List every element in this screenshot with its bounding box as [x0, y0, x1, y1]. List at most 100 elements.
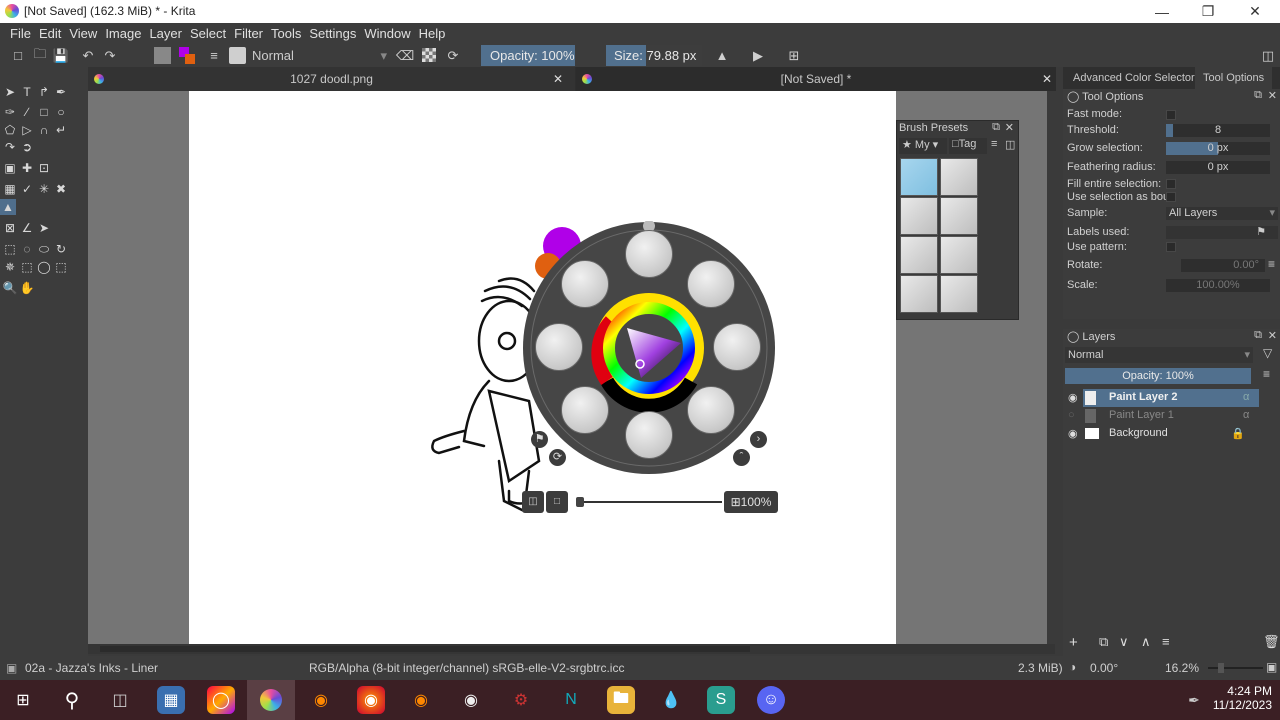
rotate-menu-icon[interactable]: ≡	[1268, 257, 1275, 271]
layer-lock-icon[interactable]: 🔒	[1231, 427, 1245, 440]
popup-mirror-icon[interactable]: ◫	[522, 491, 544, 513]
tab-advanced-color-selector[interactable]: Advanced Color Selector	[1065, 67, 1203, 89]
size-slider[interactable]: Size: 79.88 px	[606, 45, 702, 66]
layer-blend-mode-select[interactable]: Normal ▾	[1065, 347, 1253, 363]
popup-zoom-label[interactable]: ⊞100%	[724, 491, 778, 513]
freehand-path-tool-icon[interactable]: ↵	[53, 122, 69, 138]
preset-filter-select[interactable]: ★ My ▾	[899, 138, 947, 154]
menu-window[interactable]: Window	[360, 26, 414, 41]
popup-brush-slot[interactable]	[625, 230, 673, 278]
tab-doodl[interactable]: 1027 doodl.png ✕	[88, 67, 575, 91]
menu-tools[interactable]: Tools	[267, 26, 305, 41]
float-docker-icon[interactable]: ⧉	[1254, 329, 1262, 342]
contiguous-select-tool-icon[interactable]: ✵	[2, 259, 18, 275]
bezier-select-tool-icon[interactable]: ◯	[36, 259, 52, 275]
brush-preset-item[interactable]	[900, 275, 938, 313]
menu-file[interactable]: File	[6, 26, 35, 41]
move-tool-icon[interactable]: ✚	[19, 160, 35, 176]
text-tool-icon[interactable]: T	[19, 84, 35, 100]
paint-drop-icon[interactable]: 💧	[657, 686, 685, 714]
windows-start-icon[interactable]: ⊞	[9, 686, 37, 714]
menu-filter[interactable]: Filter	[230, 26, 267, 41]
redo-icon[interactable]: ↷	[102, 47, 118, 64]
discord-icon[interactable]: ☺	[757, 686, 785, 714]
grow-selection-field[interactable]: 0 px	[1166, 142, 1270, 155]
view-mode-icon[interactable]: ≡	[991, 138, 997, 150]
popup-brush-slot[interactable]	[561, 260, 609, 308]
scale-field[interactable]: 100.00%	[1166, 279, 1270, 292]
popup-brush-slot[interactable]	[687, 260, 735, 308]
layer-properties-icon[interactable]: ≡	[1162, 634, 1170, 649]
popup-next-icon[interactable]: ›	[750, 431, 767, 448]
popup-brush-slot[interactable]	[687, 386, 735, 434]
popup-canvas-only-icon[interactable]: □	[546, 491, 568, 513]
layer-row[interactable]: ◉ Background 🔒	[1063, 425, 1280, 443]
polyline-tool-icon[interactable]: ▷	[19, 122, 35, 138]
close-docker-icon[interactable]: ✕	[1005, 121, 1014, 134]
rotation-reset-icon[interactable]: ◑	[1069, 660, 1076, 674]
alpha-lock-icon[interactable]: α	[1243, 409, 1249, 421]
dynamic-brush-tool-icon[interactable]: ↷	[2, 139, 18, 155]
ellipse-select-tool-icon[interactable]: ◌	[19, 241, 35, 257]
search-icon[interactable]: ⚲	[58, 686, 86, 714]
restore-icon[interactable]: ❐	[1185, 0, 1231, 23]
save-icon[interactable]: 💾	[53, 47, 69, 64]
obs-icon[interactable]: ◉	[457, 686, 485, 714]
fit-page-icon[interactable]: ▣	[1266, 660, 1277, 674]
feathering-radius-field[interactable]: 0 px	[1166, 161, 1270, 174]
blend-mode-select[interactable]: Normal ▾	[249, 46, 391, 65]
brush-preset-item[interactable]	[900, 236, 938, 274]
vertical-scrollbar[interactable]	[1047, 91, 1056, 644]
tag-select[interactable]: □Tag	[949, 138, 987, 154]
surfshark-icon[interactable]: S	[707, 686, 735, 714]
brush-preset-item[interactable]	[940, 275, 978, 313]
fill-entire-checkbox[interactable]	[1166, 179, 1176, 189]
layer-row[interactable]: ◉ Paint Layer 2 α	[1063, 389, 1280, 407]
menu-edit[interactable]: Edit	[35, 26, 65, 41]
pan-tool-icon[interactable]: ✋	[19, 280, 35, 296]
brush-preset-thumb[interactable]	[229, 47, 246, 64]
transform-tool-icon[interactable]: ▣	[2, 160, 18, 176]
color-picker-tool-icon[interactable]: ✓	[19, 181, 35, 197]
sample-select[interactable]: All Layers ▾	[1166, 207, 1278, 220]
popup-brush-slot[interactable]	[561, 386, 609, 434]
select-shapes-tool-icon[interactable]: ➤	[2, 84, 18, 100]
layer-opacity-slider[interactable]: Opacity: 100%	[1065, 368, 1251, 384]
background-color-swatch[interactable]	[185, 54, 195, 64]
assistant-tool-icon[interactable]: ⊠	[2, 220, 18, 236]
close-tab-icon[interactable]: ✕	[553, 67, 563, 91]
blender-icon[interactable]: ◉	[307, 686, 335, 714]
zoom-slider[interactable]	[1208, 663, 1263, 673]
multibrush-tool-icon[interactable]: ➲	[19, 139, 35, 155]
bezier-tool-icon[interactable]: ∩	[36, 122, 52, 138]
blender-2-icon[interactable]: ◉	[407, 686, 435, 714]
rotate-field[interactable]: 0.00°	[1181, 259, 1265, 272]
save-preset-icon[interactable]: ◫	[1005, 138, 1015, 151]
smart-patch-tool-icon[interactable]: ✳	[36, 181, 52, 197]
firefox-icon[interactable]: ◉	[357, 686, 385, 714]
crop-tool-icon[interactable]: ⊡	[36, 160, 52, 176]
edit-shapes-tool-icon[interactable]: ↱	[36, 84, 52, 100]
popup-brush-slot[interactable]	[535, 323, 583, 371]
fill-tool-icon[interactable]: ▲	[0, 199, 16, 215]
menu-image[interactable]: Image	[101, 26, 145, 41]
calligraphy-tool-icon[interactable]: ✒	[53, 84, 69, 100]
delete-layer-icon[interactable]: 🗑	[1263, 634, 1280, 650]
brush-preset-item[interactable]	[940, 236, 978, 274]
menu-settings[interactable]: Settings	[305, 26, 360, 41]
close-docker-icon[interactable]: ✕	[1268, 329, 1277, 342]
popup-zoom-slider[interactable]	[576, 497, 722, 507]
docker-layout-icon[interactable]: ◫	[1260, 47, 1276, 64]
visibility-icon[interactable]: ◉	[1068, 391, 1078, 404]
tab-tool-options[interactable]: Tool Options	[1195, 67, 1273, 89]
horizontal-scrollbar[interactable]	[88, 644, 1055, 654]
undo-icon[interactable]: ↶	[80, 47, 96, 64]
layer-row[interactable]: ○ Paint Layer 1 α	[1063, 407, 1280, 425]
eraser-mode-icon[interactable]: ⌫	[396, 47, 414, 64]
popup-tag-icon[interactable]: ⚑	[531, 431, 548, 448]
measure-tool-icon[interactable]: ∠	[19, 220, 35, 236]
reference-pin-tool-icon[interactable]: ➤	[36, 220, 52, 236]
popup-brush-slot[interactable]	[713, 323, 761, 371]
visibility-icon[interactable]: ◉	[1068, 427, 1078, 440]
add-layer-icon[interactable]: +	[1069, 634, 1078, 651]
